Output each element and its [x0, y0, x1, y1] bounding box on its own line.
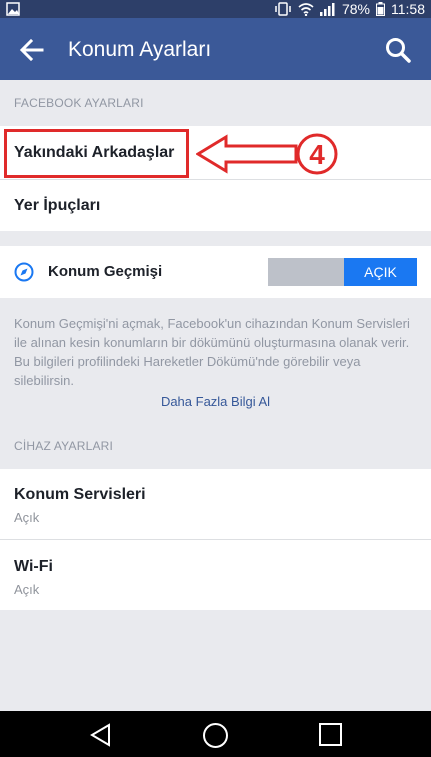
back-arrow-icon[interactable]: [18, 36, 46, 64]
battery-percent: 78%: [341, 1, 370, 17]
place-tips-label: Yer İpuçları: [14, 197, 101, 214]
navigation-bar: [0, 711, 431, 757]
status-bar: 78% 11:58: [0, 0, 431, 18]
location-services-label: Konum Servisleri: [14, 486, 146, 503]
page-title: Konum Ayarları: [68, 38, 212, 61]
device-settings-header: CİHAZ AYARLARI: [14, 439, 114, 453]
annotation-step-number: 4: [309, 139, 325, 170]
annotation-arrow: 4: [196, 133, 338, 175]
place-tips-row[interactable]: Yer İpuçları: [0, 180, 431, 231]
battery-icon: [376, 2, 385, 16]
wifi-value: Açık: [14, 582, 40, 597]
nav-back-icon[interactable]: [88, 722, 114, 748]
clock-time: 11:58: [391, 1, 425, 17]
app-bar: Konum Ayarları: [0, 18, 431, 80]
image-icon: [6, 2, 20, 16]
location-history-description: Konum Geçmişi'ni açmak, Facebook'un ciha…: [14, 316, 410, 388]
annotation-highlight-box: [4, 129, 189, 178]
signal-icon: [319, 2, 335, 16]
compass-icon: [14, 262, 34, 282]
location-history-label: Konum Geçmişi: [48, 263, 163, 280]
facebook-settings-header: FACEBOOK AYARLARI: [14, 96, 144, 110]
vibrate-icon: [275, 2, 291, 16]
wifi-row[interactable]: Wi-Fi Açık: [0, 540, 431, 610]
nav-home-icon[interactable]: [202, 722, 229, 749]
location-services-row[interactable]: Konum Servisleri Açık: [0, 469, 431, 539]
search-icon[interactable]: [385, 37, 411, 63]
toggle-on-label: AÇIK: [344, 258, 417, 286]
learn-more-link-label: Daha Fazla Bilgi Al: [160, 394, 271, 409]
learn-more-link[interactable]: Daha Fazla Bilgi Al: [0, 394, 431, 409]
wifi-label: Wi-Fi: [14, 558, 53, 575]
nav-recents-icon[interactable]: [318, 722, 343, 747]
location-services-value: Açık: [14, 510, 40, 525]
wifi-icon: [298, 2, 314, 16]
location-history-toggle[interactable]: AÇIK: [268, 258, 417, 286]
